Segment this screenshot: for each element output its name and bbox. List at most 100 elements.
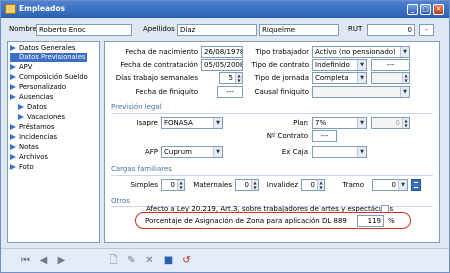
afp-select[interactable]: Cuprum ▼ [161,146,223,158]
tipo-jornada-horas-stepper: ▲ ▼ [371,72,410,84]
save-icon[interactable]: ■ [161,253,176,268]
window-title: Empleados [19,4,66,13]
simples-stepper[interactable]: 0 ▲ ▼ [161,179,185,191]
porcentaje-field[interactable]: 119 [357,215,384,227]
nombre-field[interactable]: Roberto Enoc [36,24,132,36]
close-button[interactable]: ✕ [433,4,444,15]
sidebar-item-vacaciones[interactable]: Vacaciones [18,113,65,122]
spinner-icon[interactable]: ▲ ▼ [177,180,184,190]
invalidez-label: Invalidez [266,181,298,189]
sidebar: Datos Generales Datos Previsionales APV … [7,41,100,243]
rut-field[interactable]: 0 [367,24,415,36]
arrow-icon [10,164,16,170]
prev-icon[interactable]: ◀ [36,253,51,268]
sidebar-item-datos[interactable]: Datos [18,103,47,112]
sidebar-item-datos-generales[interactable]: Datos Generales [10,44,75,53]
excaja-label: Ex Caja [281,148,308,156]
sidebar-item-composicion-sueldo[interactable]: Composición Sueldo [10,73,88,82]
maternales-label: Maternales [193,181,232,189]
tramo-label: Tramo [342,181,364,189]
fecha-contratacion-field[interactable]: 05/05/2008 [201,59,243,71]
sidebar-item-archivos[interactable]: Archivos [10,153,48,162]
arrow-icon [10,84,16,90]
chevron-down-icon: ▼ [357,73,366,83]
maximize-button[interactable]: □ [420,4,431,15]
fecha-nacimiento-field[interactable]: 26/08/1978 [201,46,243,58]
chevron-down-icon: ▼ [357,60,366,70]
plan-value-stepper: 0 ▲ ▼ [371,117,410,129]
contrato-field[interactable]: --- [312,130,337,142]
afp-label: AFP [144,148,158,156]
arrow-icon [10,134,16,140]
arrow-icon [10,64,16,70]
fecha-finiquito-field[interactable]: --- [217,86,243,98]
tipo-contrato-label: Tipo de contrato [251,61,309,69]
first-icon[interactable]: ⏮ [18,253,33,268]
next-icon[interactable]: ▶ [54,253,69,268]
fecha-finiquito-label: Fecha de finiquito [135,88,198,96]
chevron-down-icon: ▼ [400,87,409,97]
arrow-icon [10,45,16,51]
dias-semanales-label: Días trabajo semanales [115,74,198,82]
sidebar-item-datos-previsionales[interactable]: Datos Previsionales [10,53,88,62]
arrow-icon [10,144,16,150]
plan-select[interactable]: 7% ▼ [312,117,367,129]
delete-icon[interactable]: ✕ [142,253,157,268]
prevision-section-title: Previsión legal [111,103,162,111]
tramo-select[interactable]: 0 ▼ [372,179,408,191]
porcentaje-unit: % [388,217,395,225]
tipo-contrato-select[interactable]: Indefinido ▼ [312,59,367,71]
table-icon [414,182,418,188]
plan-label: Plan [293,119,308,127]
cargas-divider [111,175,433,176]
sidebar-item-personalizado[interactable]: Personalizado [10,83,66,92]
causal-finiquito-label: Causal finiquito [254,88,309,96]
sidebar-item-prestamos[interactable]: Préstamos [10,123,55,132]
arrow-icon [10,154,16,160]
chevron-down-icon: ▼ [213,147,222,157]
sidebar-item-ausencias[interactable]: Ausencias [10,93,53,102]
undo-icon[interactable]: ↺ [179,253,194,268]
isapre-label: Isapre [136,119,158,127]
maternales-stepper[interactable]: 0 ▲ ▼ [235,179,259,191]
nombre-label: Nombre [9,25,37,33]
arrow-icon [10,54,16,60]
tipo-jornada-select[interactable]: Completa ▼ [312,72,367,84]
rut-label: RUT [348,25,363,33]
tramo-table-button[interactable] [411,179,421,191]
invalidez-stepper[interactable]: 0 ▲ ▼ [301,179,325,191]
sidebar-item-apv[interactable]: APV [10,63,32,72]
app-icon [5,4,16,14]
spinner-icon: ▲ ▼ [402,118,409,128]
sidebar-item-incidencias[interactable]: Incidencias [10,133,57,142]
title-bar: Empleados _ □ ✕ [1,1,449,18]
minimize-button[interactable]: _ [407,4,418,15]
isapre-select[interactable]: FONASA ▼ [161,117,223,129]
chevron-down-icon: ▼ [213,118,222,128]
spinner-icon[interactable]: ▲ ▼ [251,180,258,190]
arrow-icon [18,114,24,120]
edit-icon[interactable]: ✎ [124,253,139,268]
chevron-down-icon: ▼ [357,118,366,128]
arrow-icon [10,94,16,100]
dias-semanales-stepper[interactable]: 5 ▲ ▼ [219,72,243,84]
rut-dv-field[interactable]: - [419,24,434,36]
arrow-icon [10,124,16,130]
tipo-trabajador-label: Tipo trabajador [255,48,309,56]
chevron-down-icon: ▼ [357,147,366,157]
apellido2-field[interactable]: Riquelme [259,24,339,36]
apellidos-label: Apellidos [143,25,175,33]
prevision-divider [111,113,433,114]
sidebar-item-notas[interactable]: Notas [10,143,39,152]
spinner-icon[interactable]: ▲ ▼ [235,73,242,83]
spinner-icon[interactable]: ▲ ▼ [317,180,324,190]
fecha-nacimiento-label: Fecha de nacimiento [125,48,198,56]
tipo-trabajador-select[interactable]: Activo (no pensionado) ▼ [312,46,410,58]
apellido1-field[interactable]: Díaz [177,24,257,36]
bottom-toolbar: ⏮ ◀ ▶ 🗋 ✎ ✕ ■ ↺ [1,248,449,272]
sidebar-item-foto[interactable]: Foto [10,163,34,172]
arrow-icon [18,104,24,110]
tipo-contrato-fecha-field[interactable]: --- [371,59,410,71]
excaja-select[interactable]: ▼ [312,146,367,158]
new-icon[interactable]: 🗋 [106,253,121,268]
